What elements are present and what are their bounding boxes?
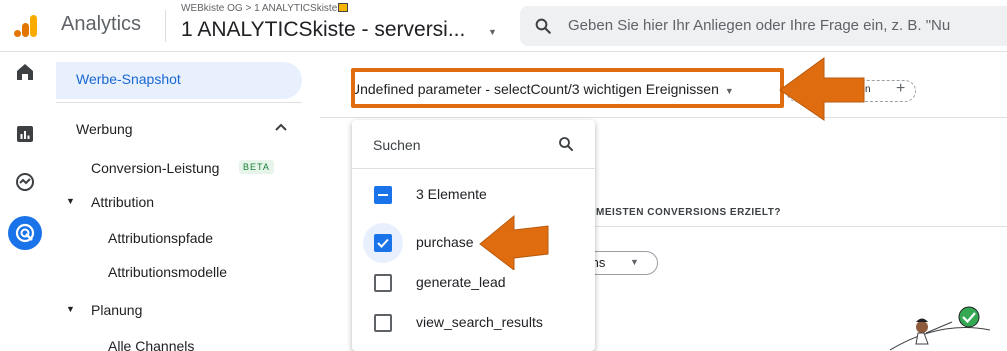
nav-divider [56,102,302,103]
nav-item-werbe-snapshot-label: Werbe-Snapshot [76,71,181,87]
search-icon [535,18,551,34]
annotation-arrow-icon [779,57,865,121]
beta-badge: BETA [239,160,274,174]
metric-caret-icon[interactable]: ▼ [630,257,639,267]
dropdown-item-purchase[interactable]: purchase [352,223,595,263]
nav-item-planung[interactable]: Planung [91,302,142,318]
nav-item-attributionsmodelle[interactable]: Attributionsmodelle [108,264,227,280]
property-selector[interactable]: 1 ANALYTICSkiste - serversi... [181,18,465,42]
annotation-highlight-box [351,68,784,108]
search-bar[interactable]: Geben Sie hier Ihr Anliegen oder Ihre Fr… [520,6,1007,46]
icon-rail [0,52,50,351]
dropdown-item-label: generate_lead [416,274,506,290]
dropdown-item-view-search-results[interactable]: view_search_results [352,303,595,343]
event-dropdown-panel: Suchen 3 Elemente purchase generate_lead… [352,120,595,351]
account-flag-icon [338,3,349,12]
main-divider [320,117,1007,118]
dropdown-search-input[interactable]: Suchen [373,137,420,153]
home-icon[interactable] [13,60,37,84]
checkbox-unchecked[interactable] [374,314,392,332]
search-icon[interactable] [557,135,575,153]
advertising-icon [15,223,35,243]
account-breadcrumb[interactable]: WEBkiste OG > 1 ANALYTICSkiste [181,3,349,14]
card-divider [575,226,1007,227]
search-placeholder: Geben Sie hier Ihr Anliegen oder Ihre Fr… [568,17,951,34]
indeterminate-checkbox[interactable] [374,186,392,204]
dropdown-item-generate-lead[interactable]: generate_lead [352,263,595,303]
checkbox-checked[interactable] [374,234,392,252]
select-all-row[interactable]: 3 Elemente [352,175,595,215]
annotation-arrow-icon [479,214,549,270]
app-title: Analytics [61,13,142,35]
nav-item-alle-channels[interactable]: Alle Channels [108,338,194,351]
nav-section-werbung[interactable]: Werbung [76,121,133,137]
dropdown-divider [352,168,595,169]
reports-icon[interactable] [13,122,37,146]
property-caret-icon[interactable]: ▼ [488,27,497,37]
dropdown-item-label: view_search_results [416,314,543,330]
select-all-label: 3 Elemente [416,186,487,202]
expand-planung-icon[interactable]: ▼ [66,304,75,314]
account-breadcrumb-text: WEBkiste OG > 1 ANALYTICSkiste [181,3,338,14]
nav-item-attributionspfade[interactable]: Attributionspfade [108,230,213,246]
card-title: MEISTEN CONVERSIONS ERZIELT? [596,207,781,218]
nav-item-attribution[interactable]: Attribution [91,194,154,210]
person-illustration [890,306,990,351]
analytics-logo[interactable] [12,12,40,40]
explore-icon[interactable] [13,170,37,194]
plus-icon[interactable]: + [896,80,905,98]
top-bar: Analytics WEBkiste OG > 1 ANALYTICSkiste… [0,0,1007,52]
side-navigation: Werbe-Snapshot Werbung Conversion-Leistu… [56,52,308,351]
dropdown-item-label: purchase [416,234,474,250]
chevron-up-icon[interactable] [274,122,288,132]
header-divider [165,10,166,42]
advertising-active-bg[interactable] [8,216,42,250]
expand-attribution-icon[interactable]: ▼ [66,196,75,206]
checkmark-icon [377,238,389,248]
nav-item-conversion-leistung[interactable]: Conversion-Leistung [91,160,219,176]
checkbox-unchecked[interactable] [374,274,392,292]
